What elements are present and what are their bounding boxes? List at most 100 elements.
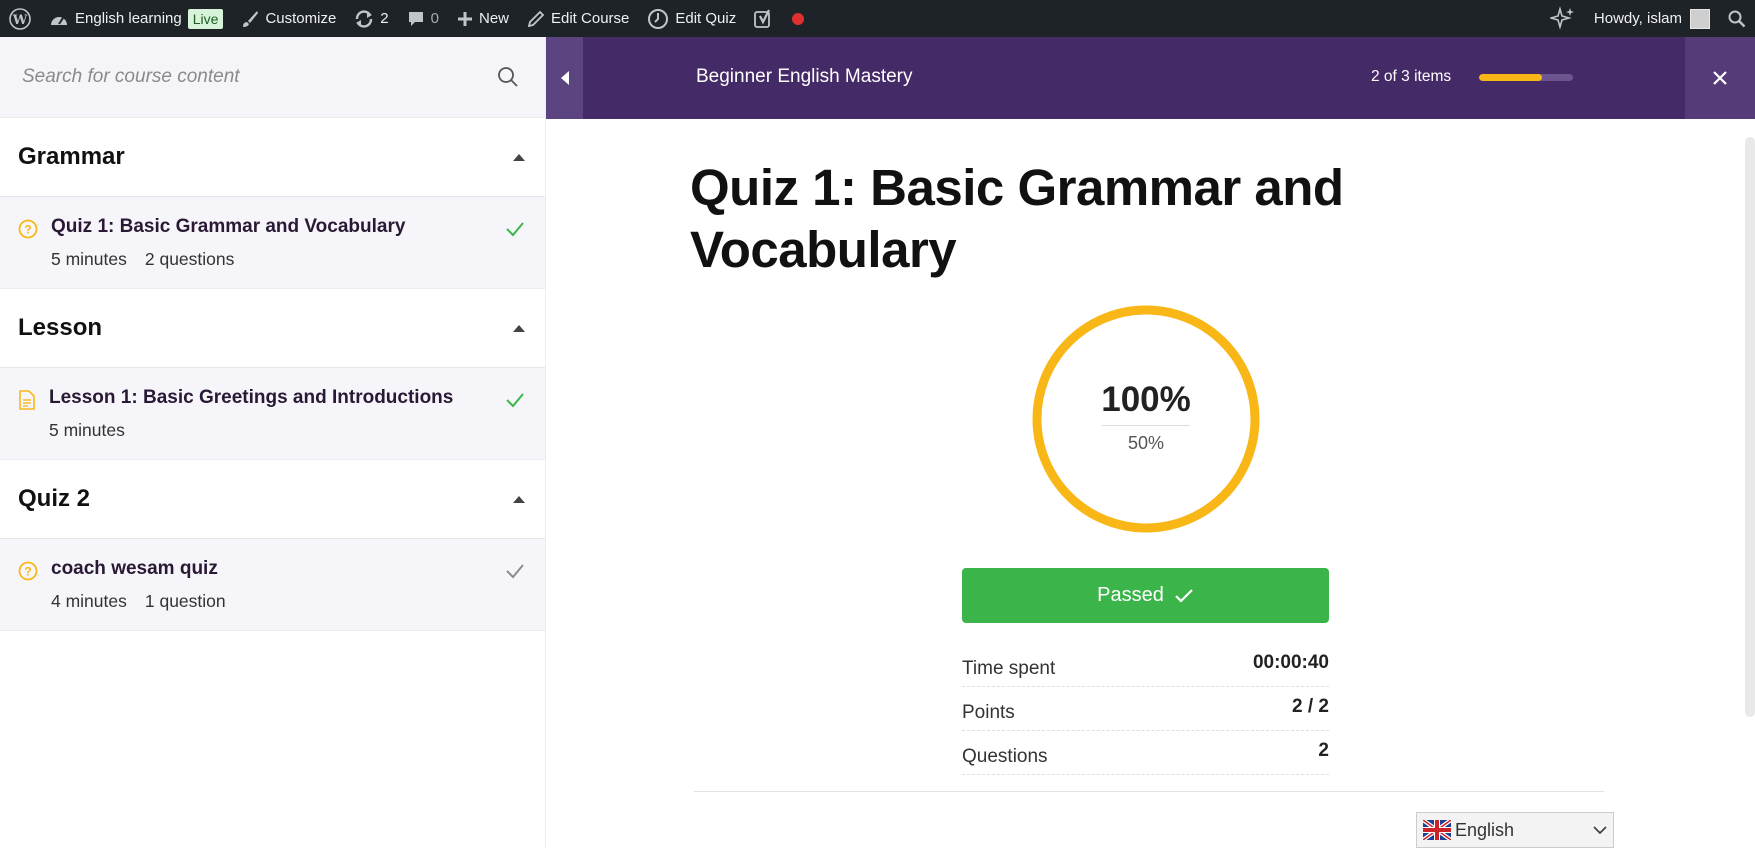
quiz-icon: ? xyxy=(18,561,38,581)
clock-icon xyxy=(648,8,669,29)
item-duration: 5 minutes xyxy=(49,420,125,440)
howdy-label: Howdy, islam xyxy=(1593,10,1682,27)
language-selector[interactable]: English xyxy=(1416,812,1614,848)
customize-label: Customize xyxy=(265,10,337,27)
stat-row-questions: Questions 2 xyxy=(962,731,1329,775)
passed-status-badge: Passed xyxy=(962,568,1329,623)
item-questions: 2 questions xyxy=(144,249,235,269)
course-item-coach-quiz[interactable]: ? coach wesam quiz 4 minutes 1 question xyxy=(0,539,545,631)
svg-text:W: W xyxy=(12,13,28,28)
dashboard-icon xyxy=(51,16,67,25)
stat-row-time-spent: Time spent 00:00:40 xyxy=(962,643,1329,687)
search-button[interactable] xyxy=(493,62,523,92)
status-dot-icon xyxy=(792,12,805,25)
stat-label: Points xyxy=(962,701,1015,723)
sparkle-icon xyxy=(1549,5,1574,30)
section-header-grammar[interactable]: Grammar xyxy=(0,118,545,197)
updates-count: 2 xyxy=(380,10,389,27)
edit-quiz-link[interactable]: Edit Quiz xyxy=(638,0,745,37)
document-icon xyxy=(19,390,35,410)
course-progress-bar xyxy=(1479,74,1573,81)
close-icon xyxy=(1713,71,1727,85)
admin-bar: W English learning Live Customize 2 0 Ne… xyxy=(0,0,1755,37)
plus-icon xyxy=(457,11,472,26)
item-questions: 1 question xyxy=(144,591,226,611)
ai-assistant-button[interactable] xyxy=(1541,0,1585,37)
comments-link[interactable]: 0 xyxy=(398,0,448,37)
admin-search-button[interactable] xyxy=(1719,0,1755,37)
seo-menu[interactable] xyxy=(745,0,783,37)
collapse-icon[interactable] xyxy=(513,495,525,503)
svg-text:?: ? xyxy=(24,565,31,579)
uk-flag-icon xyxy=(1423,820,1451,840)
viewed-check-icon xyxy=(506,564,524,579)
course-search xyxy=(0,37,545,118)
updates-icon xyxy=(356,9,373,28)
brush-icon xyxy=(243,10,259,27)
site-name-link[interactable]: English learning Live xyxy=(40,0,232,37)
pencil-icon xyxy=(527,10,545,27)
scrollbar[interactable] xyxy=(1745,137,1755,717)
result-stats: Time spent 00:00:40 Points 2 / 2 Questio… xyxy=(962,643,1329,775)
item-title: Lesson 1: Basic Greetings and Introducti… xyxy=(49,387,454,408)
search-input[interactable] xyxy=(22,66,493,88)
wordpress-logo-icon[interactable]: W xyxy=(0,0,40,37)
search-icon xyxy=(1728,10,1746,27)
live-badge: Live xyxy=(187,8,224,29)
edit-course-link[interactable]: Edit Course xyxy=(518,0,638,37)
svg-text:?: ? xyxy=(24,223,31,237)
edit-quiz-label: Edit Quiz xyxy=(675,10,737,27)
item-title: coach wesam quiz xyxy=(51,558,218,579)
passing-grade: 50% xyxy=(1127,433,1165,453)
result-divider xyxy=(1102,425,1190,426)
result-percent: 100% xyxy=(1101,380,1191,419)
item-duration: 4 minutes xyxy=(51,591,127,611)
close-button[interactable] xyxy=(1685,37,1755,119)
seo-status xyxy=(783,0,813,37)
edit-course-label: Edit Course xyxy=(551,10,630,27)
course-title[interactable]: Beginner English Mastery xyxy=(696,66,913,88)
quiz-content: Quiz 1: Basic Grammar and Vocabulary 100… xyxy=(546,119,1755,848)
course-item-lesson-1[interactable]: Lesson 1: Basic Greetings and Introducti… xyxy=(0,368,545,460)
stat-row-points: Points 2 / 2 xyxy=(962,687,1329,731)
completed-check-icon xyxy=(506,393,524,408)
course-header: Beginner English Mastery 2 of 3 items xyxy=(546,37,1755,119)
account-menu[interactable]: Howdy, islam xyxy=(1585,0,1719,37)
course-progress-fill xyxy=(1479,74,1542,81)
section-title: Lesson xyxy=(18,314,103,341)
stat-value: 2 xyxy=(1318,739,1329,761)
sidebar-toggle-button[interactable] xyxy=(546,37,583,119)
site-name: English learning xyxy=(75,10,182,27)
comment-icon xyxy=(408,11,423,26)
avatar xyxy=(1690,8,1710,29)
stat-value: 00:00:40 xyxy=(1252,651,1329,673)
course-sidebar: Grammar ? Quiz 1: Basic Grammar and Voca… xyxy=(0,37,546,848)
status-label: Passed xyxy=(1097,584,1164,606)
chevron-down-icon xyxy=(1593,826,1607,835)
new-content-link[interactable]: New xyxy=(448,0,518,37)
stat-label: Time spent xyxy=(962,657,1056,679)
item-meta: 4 minutes 1 question xyxy=(51,591,226,612)
new-label: New xyxy=(478,10,509,27)
language-label: English xyxy=(1455,819,1515,840)
search-icon xyxy=(498,67,518,87)
completed-check-icon xyxy=(506,222,524,237)
content-divider xyxy=(694,791,1604,792)
item-duration: 5 minutes xyxy=(51,249,127,269)
collapse-icon[interactable] xyxy=(513,324,525,332)
item-meta: 5 minutes xyxy=(49,420,125,441)
collapse-icon[interactable] xyxy=(513,153,525,161)
item-meta: 5 minutes 2 questions xyxy=(51,249,234,270)
item-title: Quiz 1: Basic Grammar and Vocabulary xyxy=(51,216,406,237)
section-header-quiz-2[interactable]: Quiz 2 xyxy=(0,460,545,539)
section-header-lesson[interactable]: Lesson xyxy=(0,289,545,368)
updates-link[interactable]: 2 xyxy=(345,0,397,37)
stat-label: Questions xyxy=(962,745,1048,767)
section-title: Grammar xyxy=(18,143,125,170)
yoast-icon xyxy=(754,9,771,28)
check-icon xyxy=(1175,588,1193,603)
comments-count: 0 xyxy=(430,10,439,27)
section-title: Quiz 2 xyxy=(18,485,91,512)
customize-link[interactable]: Customize xyxy=(232,0,345,37)
course-item-quiz-1[interactable]: ? Quiz 1: Basic Grammar and Vocabulary 5… xyxy=(0,197,545,289)
